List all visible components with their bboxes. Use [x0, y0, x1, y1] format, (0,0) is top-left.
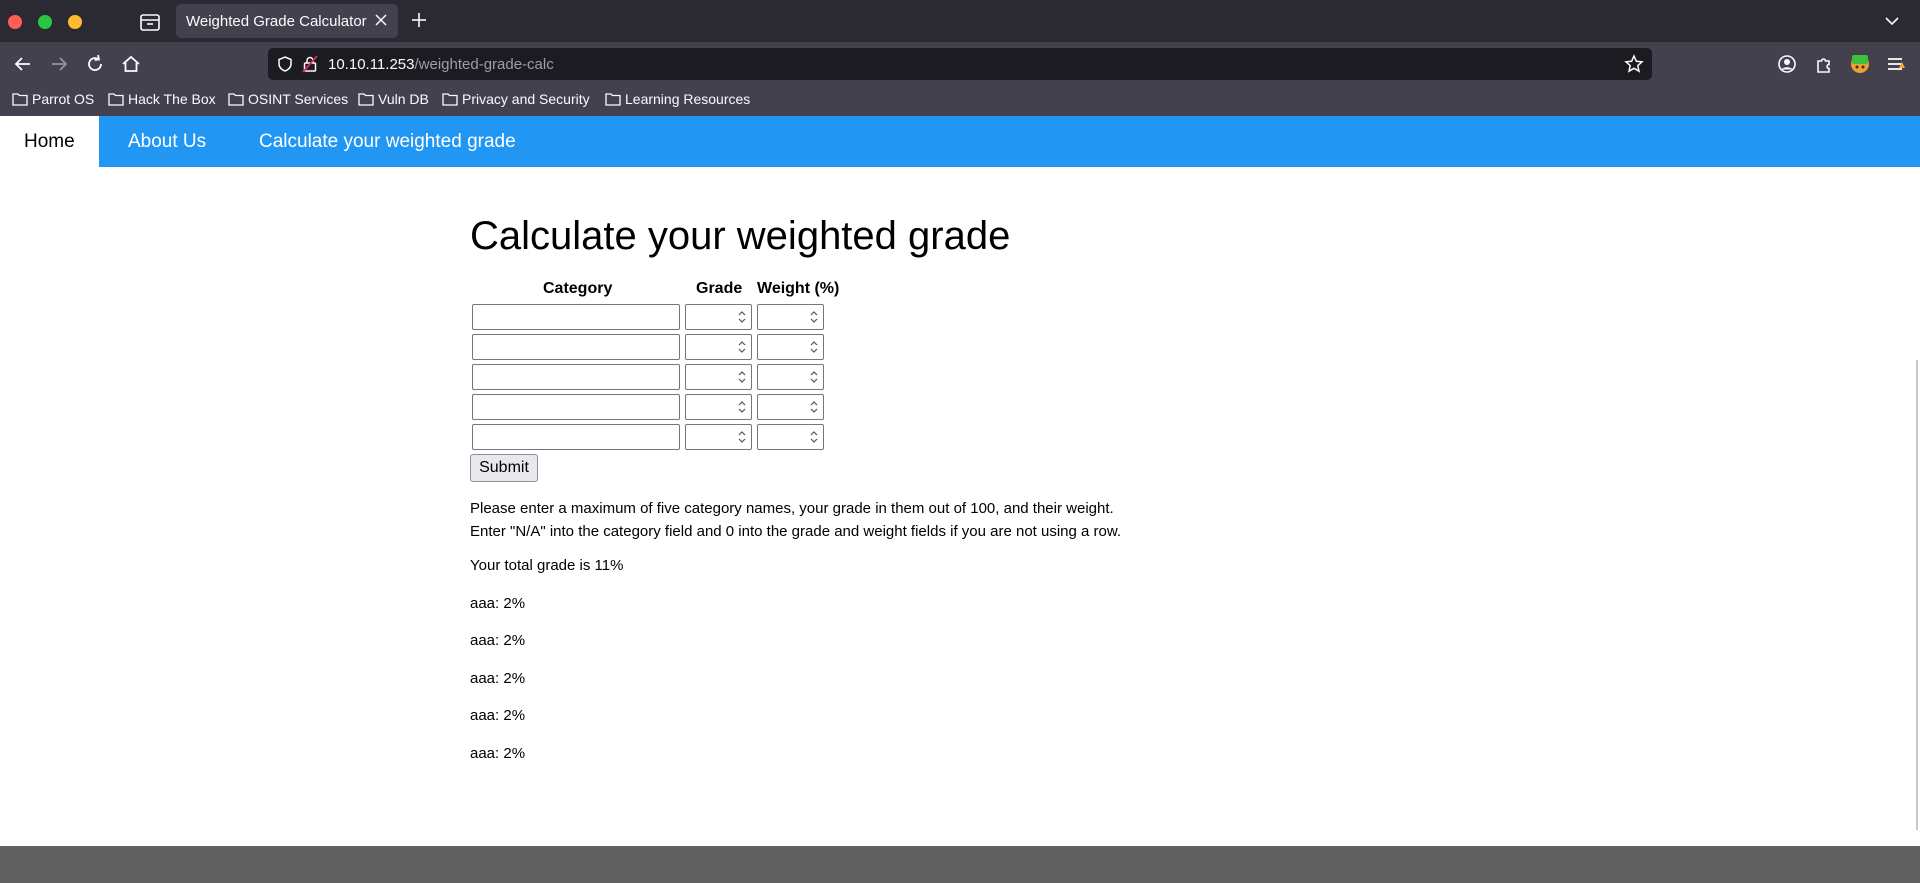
account-icon[interactable] — [1776, 53, 1798, 75]
category-input[interactable] — [472, 304, 680, 330]
bookmark-parrot-os[interactable]: Parrot OS — [12, 91, 94, 107]
column-header-category: Category — [543, 280, 613, 297]
folder-icon — [12, 93, 28, 106]
category-input[interactable] — [472, 334, 680, 360]
grade-input[interactable] — [685, 364, 752, 390]
url-bar[interactable]: 10.10.11.253/weighted-grade-calc — [268, 48, 1652, 80]
category-result: aaa: 2% — [470, 670, 526, 687]
bookmark-osint-services[interactable]: OSINT Services — [228, 91, 348, 107]
tracking-protection-shield-icon[interactable] — [276, 55, 294, 73]
spinner-arrows-icon[interactable] — [736, 428, 748, 446]
spinner-arrows-icon[interactable] — [808, 368, 820, 386]
url-path: /weighted-grade-calc — [414, 56, 554, 73]
bookmark-label: Privacy and Security — [462, 91, 590, 107]
folder-icon — [442, 93, 458, 106]
grade-input[interactable] — [685, 394, 752, 420]
grade-input[interactable] — [685, 304, 752, 330]
instructions: Please enter a maximum of five category … — [470, 497, 1121, 543]
window-close-button[interactable] — [8, 15, 22, 29]
back-arrow-icon[interactable] — [12, 53, 34, 75]
site-nav-bar: Home About Us Calculate your weighted gr… — [0, 116, 1920, 167]
home-icon[interactable] — [120, 53, 142, 75]
column-header-weight: Weight (%) — [757, 280, 840, 297]
browser-nav-bar: 10.10.11.253/weighted-grade-calc — [0, 42, 1920, 86]
bookmark-label: OSINT Services — [248, 91, 349, 107]
tab-title: Weighted Grade Calculator — [186, 13, 367, 30]
category-input[interactable] — [472, 424, 680, 450]
extensions-puzzle-icon[interactable] — [1813, 53, 1835, 75]
category-result: aaa: 2% — [470, 707, 526, 724]
active-tab[interactable]: Weighted Grade Calculator — [176, 4, 398, 38]
category-result: aaa: 2% — [470, 745, 526, 762]
spinner-arrows-icon[interactable] — [736, 398, 748, 416]
bookmark-learning-resources[interactable]: Learning Resources — [605, 91, 750, 107]
spinner-arrows-icon[interactable] — [736, 338, 748, 356]
bookmark-label: Vuln DB — [378, 91, 429, 107]
close-tab-icon[interactable] — [374, 13, 388, 27]
bookmark-label: Hack The Box — [128, 91, 216, 107]
weight-input[interactable] — [757, 394, 824, 420]
folder-icon — [228, 93, 244, 106]
window-maximize-button[interactable] — [38, 15, 52, 29]
folder-icon — [605, 93, 621, 106]
spinner-arrows-icon[interactable] — [808, 428, 820, 446]
instructions-line-1: Please enter a maximum of five category … — [470, 500, 1114, 517]
category-result: aaa: 2% — [470, 595, 526, 612]
bookmarks-toolbar: Parrot OS Hack The Box OSINT Services Vu… — [0, 86, 1920, 116]
page-footer — [0, 846, 1920, 883]
browser-tab-bar: Weighted Grade Calculator — [0, 0, 1920, 42]
spinner-arrows-icon[interactable] — [736, 308, 748, 326]
weight-input[interactable] — [757, 364, 824, 390]
grade-input[interactable] — [685, 334, 752, 360]
grade-input[interactable] — [685, 424, 752, 450]
nav-home[interactable]: Home — [0, 116, 99, 167]
bookmark-vuln-db[interactable]: Vuln DB — [358, 91, 429, 107]
url-host: 10.10.11.253 — [328, 56, 415, 73]
page-scrollbar[interactable] — [1916, 360, 1918, 830]
spinner-arrows-icon[interactable] — [808, 308, 820, 326]
app-menu-icon[interactable] — [1884, 53, 1906, 75]
spinner-arrows-icon[interactable] — [736, 368, 748, 386]
page-title: Calculate your weighted grade — [470, 214, 1011, 258]
burp-extension-icon[interactable] — [1849, 53, 1871, 75]
total-grade-text: Your total grade is 11% — [470, 557, 624, 574]
weight-input[interactable] — [757, 334, 824, 360]
folder-icon — [358, 93, 374, 106]
folder-icon — [108, 93, 124, 106]
bookmark-label: Learning Resources — [625, 91, 751, 107]
category-input[interactable] — [472, 364, 680, 390]
window-minimize-button[interactable] — [68, 15, 82, 29]
submit-button[interactable]: Submit — [470, 454, 538, 482]
bookmark-label: Parrot OS — [32, 91, 95, 107]
column-header-grade: Grade — [696, 280, 743, 297]
bookmark-privacy-and-security[interactable]: Privacy and Security — [442, 91, 590, 107]
list-all-tabs-icon[interactable] — [1884, 13, 1900, 29]
spinner-arrows-icon[interactable] — [808, 398, 820, 416]
instructions-line-2: Enter "N/A" into the category field and … — [470, 523, 1122, 540]
bookmark-star-icon[interactable] — [1624, 54, 1644, 74]
forward-arrow-icon[interactable] — [48, 53, 70, 75]
nav-about-us[interactable]: About Us — [104, 116, 230, 167]
weight-input[interactable] — [757, 304, 824, 330]
spinner-arrows-icon[interactable] — [808, 338, 820, 356]
firefox-view-icon[interactable] — [139, 12, 161, 32]
reload-icon[interactable] — [84, 53, 106, 75]
url-text: 10.10.11.253/weighted-grade-calc — [328, 56, 554, 73]
bookmark-hack-the-box[interactable]: Hack The Box — [108, 91, 216, 107]
category-result: aaa: 2% — [470, 632, 526, 649]
weight-input[interactable] — [757, 424, 824, 450]
insecure-lock-icon[interactable] — [302, 55, 318, 73]
category-input[interactable] — [472, 394, 680, 420]
nav-calculate-weighted-grade[interactable]: Calculate your weighted grade — [235, 116, 540, 167]
new-tab-icon[interactable] — [410, 11, 428, 29]
